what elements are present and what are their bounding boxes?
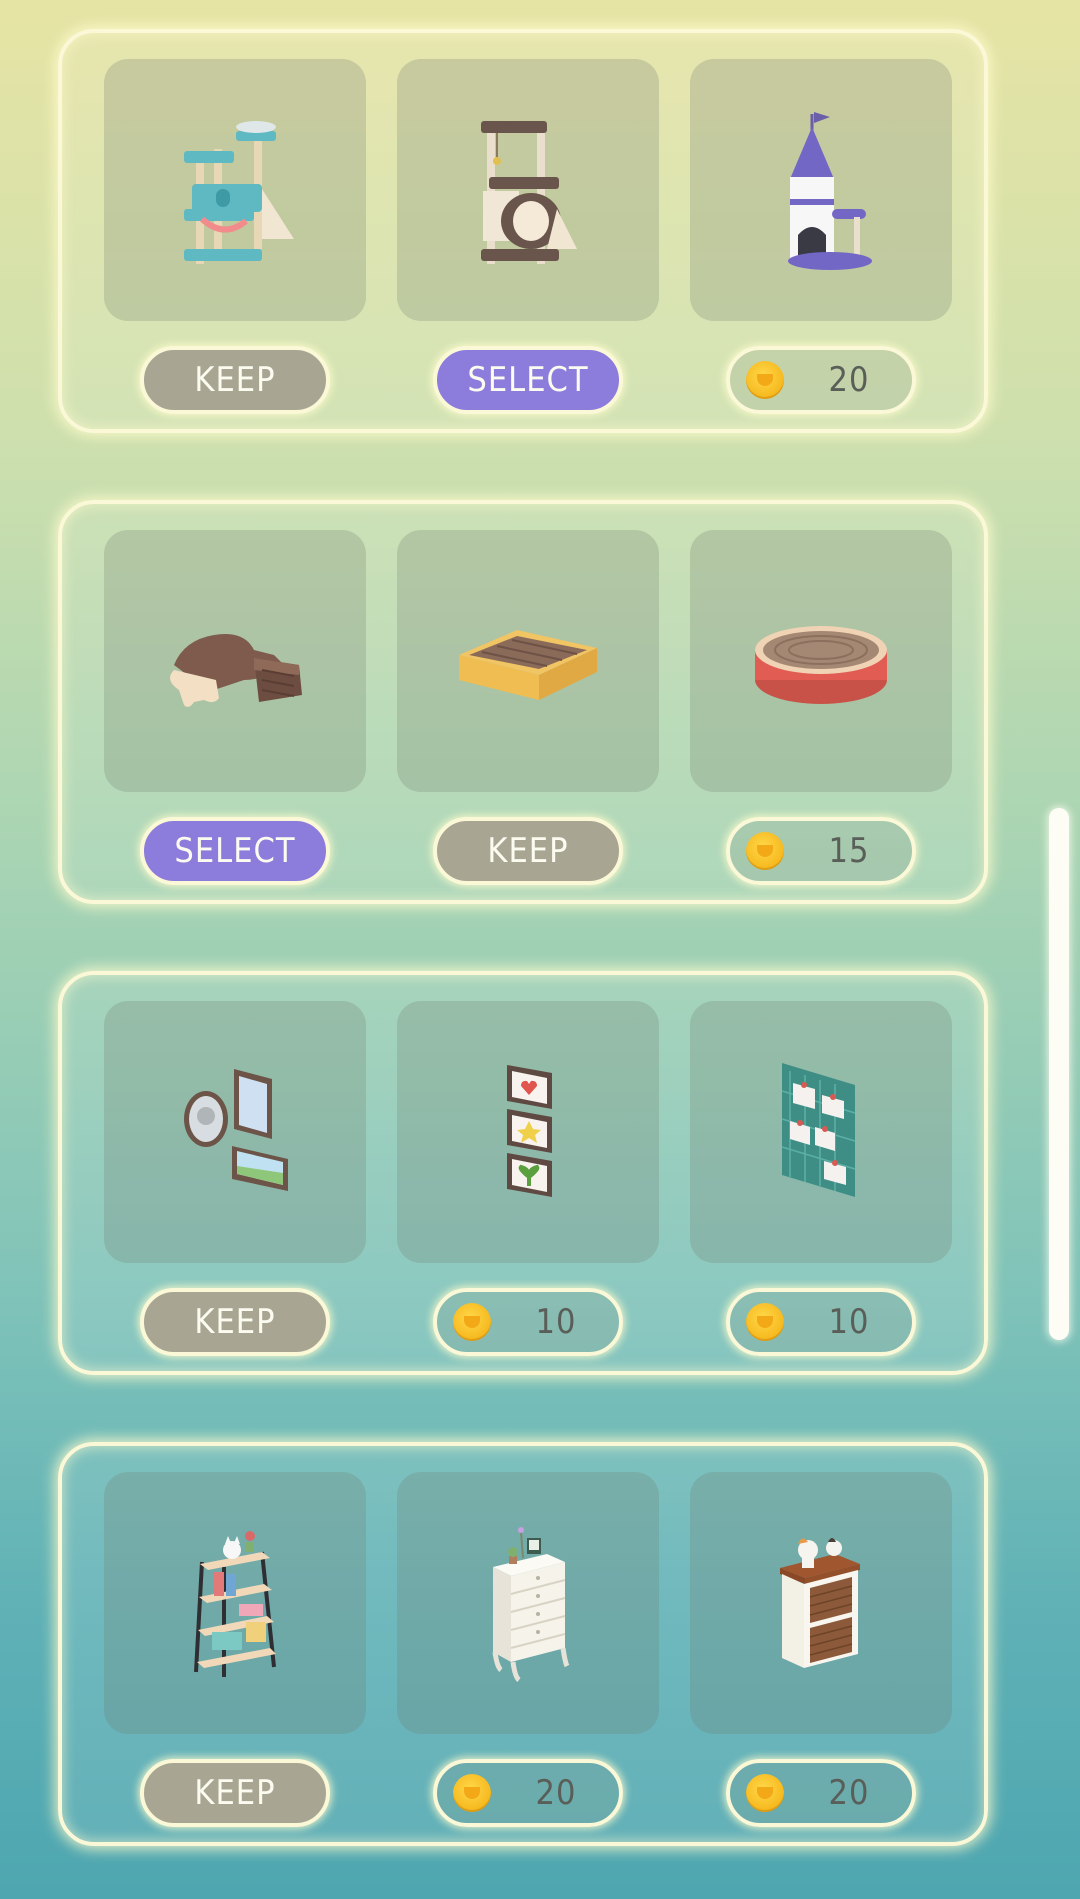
wall-frames-set-image xyxy=(184,1069,288,1191)
keep-button[interactable]: KEEP xyxy=(140,346,330,414)
item-tile-metal-shelf[interactable] xyxy=(104,1472,366,1734)
buy-button[interactable]: 20 xyxy=(433,1759,623,1827)
buy-button[interactable]: 20 xyxy=(726,1759,916,1827)
keep-button[interactable]: KEEP xyxy=(433,817,623,885)
select-button-label: SELECT xyxy=(174,831,296,871)
cat-shaped-scratcher-image xyxy=(170,634,302,707)
item-tile-vertical-frames[interactable] xyxy=(397,1001,659,1263)
basket-cabinet-image xyxy=(780,1538,860,1668)
select-button[interactable]: SELECT xyxy=(140,817,330,885)
shop-row-1: KEEP SELECT 20 xyxy=(58,29,988,433)
item-tile-box-scratcher-bed[interactable] xyxy=(397,530,659,792)
item-tile-cat-shaped-scratcher[interactable] xyxy=(104,530,366,792)
teal-cat-tower-image xyxy=(184,121,294,264)
item-tile-round-red-scratcher[interactable] xyxy=(690,530,952,792)
keep-button[interactable]: KEEP xyxy=(140,1288,330,1356)
item-tile-teal-cat-tower[interactable] xyxy=(104,59,366,321)
coin-icon xyxy=(746,1303,784,1341)
vertical-frames-image xyxy=(507,1065,552,1197)
select-button-label: SELECT xyxy=(467,360,589,400)
box-scratcher-bed-image xyxy=(459,630,597,700)
white-dresser-image xyxy=(492,1527,570,1682)
scrollbar[interactable] xyxy=(1049,808,1069,1340)
buy-button[interactable]: 15 xyxy=(726,817,916,885)
keep-button-label: KEEP xyxy=(194,1302,276,1342)
price-value: 15 xyxy=(828,831,870,871)
coin-icon xyxy=(453,1303,491,1341)
coin-icon xyxy=(746,1774,784,1812)
buy-button[interactable]: 20 xyxy=(726,346,916,414)
castle-cat-tower-image xyxy=(788,112,872,270)
keep-button-label: KEEP xyxy=(487,831,569,871)
item-tile-wall-frames-set[interactable] xyxy=(104,1001,366,1263)
item-tile-basket-cabinet[interactable] xyxy=(690,1472,952,1734)
price-value: 20 xyxy=(828,1773,870,1813)
brown-cat-tower-image xyxy=(481,121,577,264)
round-red-scratcher-image xyxy=(755,626,887,704)
coin-icon xyxy=(746,832,784,870)
item-tile-memo-board[interactable] xyxy=(690,1001,952,1263)
memo-board-image xyxy=(781,1063,856,1197)
item-tile-castle-cat-tower[interactable] xyxy=(690,59,952,321)
metal-shelf-image xyxy=(194,1531,276,1677)
price-value: 20 xyxy=(828,360,870,400)
buy-button[interactable]: 10 xyxy=(433,1288,623,1356)
select-button[interactable]: SELECT xyxy=(433,346,623,414)
item-tile-brown-cat-tower[interactable] xyxy=(397,59,659,321)
keep-button-label: KEEP xyxy=(194,360,276,400)
shop-row-2: SELECT KEEP 15 xyxy=(58,500,988,904)
buy-button[interactable]: 10 xyxy=(726,1288,916,1356)
keep-button-label: KEEP xyxy=(194,1773,276,1813)
shop-row-3: KEEP 10 10 xyxy=(58,971,988,1375)
coin-icon xyxy=(453,1774,491,1812)
item-tile-white-dresser[interactable] xyxy=(397,1472,659,1734)
shop-row-4: KEEP 20 20 xyxy=(58,1442,988,1846)
price-value: 10 xyxy=(828,1302,870,1342)
keep-button[interactable]: KEEP xyxy=(140,1759,330,1827)
price-value: 10 xyxy=(535,1302,577,1342)
coin-icon xyxy=(746,361,784,399)
price-value: 20 xyxy=(535,1773,577,1813)
